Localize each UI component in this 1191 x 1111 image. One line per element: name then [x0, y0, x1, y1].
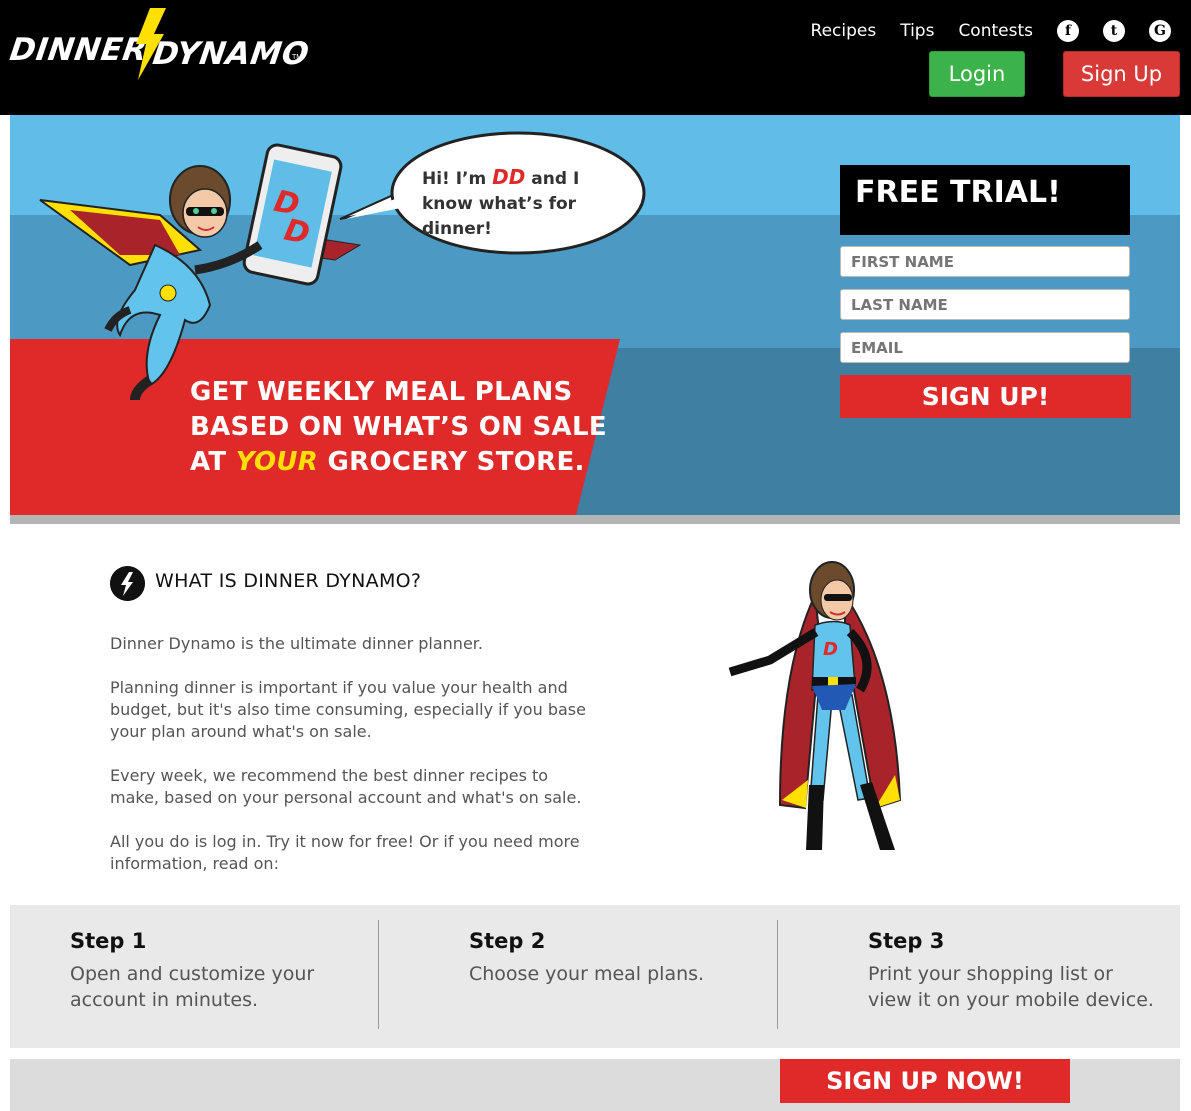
- standing-superhero-illustration: D: [728, 561, 902, 850]
- lightning-icon: [110, 566, 145, 601]
- step-1: Step 1 Open and customize your account i…: [70, 929, 360, 1013]
- nav-contests[interactable]: Contests: [958, 21, 1033, 41]
- tagline-end: GROCERY STORE.: [318, 447, 585, 477]
- speech-bubble-text: Hi! I’m DD and I know what’s for dinner!: [422, 165, 622, 242]
- what-paragraph-3: Every week, we recommend the best dinner…: [110, 766, 582, 807]
- tagline-your: YOUR: [235, 447, 319, 477]
- step-divider: [777, 920, 778, 1029]
- login-button[interactable]: Login: [929, 51, 1025, 97]
- last-name-input[interactable]: [840, 289, 1130, 320]
- what-is-title: WHAT IS DINNER DYNAMO?: [155, 570, 422, 592]
- step-description: Open and customize your account in minut…: [70, 963, 315, 1011]
- step-title: Step 1: [70, 929, 147, 953]
- signup-button[interactable]: Sign Up: [1063, 51, 1180, 97]
- free-trial-heading: FREE TRIAL!: [840, 165, 1130, 235]
- main-nav: Recipes Tips Contests f t G: [787, 20, 1171, 42]
- facebook-icon[interactable]: f: [1057, 20, 1079, 42]
- step-divider: [378, 920, 379, 1029]
- first-name-input[interactable]: [840, 246, 1130, 277]
- step-title: Step 3: [868, 929, 945, 953]
- svg-text:D: D: [823, 639, 838, 660]
- nav-recipes[interactable]: Recipes: [811, 21, 877, 41]
- trial-signup-button[interactable]: SIGN UP!: [840, 375, 1131, 418]
- what-paragraph-2: Planning dinner is important if you valu…: [110, 678, 586, 741]
- step-title: Step 2: [469, 929, 546, 953]
- google-icon[interactable]: G: [1149, 20, 1171, 42]
- hero-divider-bar: [10, 515, 1180, 524]
- step-description: Choose your meal plans.: [469, 963, 705, 985]
- nav-tips[interactable]: Tips: [900, 21, 934, 41]
- hero-tagline: GET WEEKLY MEAL PLANS BASED ON WHAT’S ON…: [190, 375, 607, 480]
- hero-banner: Hi! I’m DD and I know what’s for dinner!…: [10, 115, 1180, 515]
- tagline-at: AT: [190, 447, 236, 477]
- logo[interactable]: DINNER DYNAMO TM: [7, 8, 312, 82]
- step-3: Step 3 Print your shopping list or view …: [868, 929, 1158, 1013]
- what-paragraph-1: Dinner Dynamo is the ultimate dinner pla…: [110, 634, 483, 653]
- step-2: Step 2 Choose your meal plans.: [469, 929, 759, 987]
- tagline-line-1: GET WEEKLY MEAL PLANS: [190, 377, 573, 407]
- bubble-dd: DD: [492, 165, 526, 189]
- bubble-pre: Hi! I’m: [422, 169, 493, 189]
- tagline-line-3: AT YOUR GROCERY STORE.: [190, 445, 607, 480]
- what-paragraph-4: All you do is log in. Try it now for fre…: [110, 832, 580, 873]
- step-description: Print your shopping list or view it on y…: [868, 963, 1154, 1011]
- flying-superhero-illustration: D D: [39, 143, 362, 401]
- site-header: DINNER DYNAMO TM Recipes Tips Contests f…: [0, 0, 1191, 115]
- tagline-line-2: BASED ON WHAT’S ON SALE: [190, 412, 607, 442]
- twitter-icon[interactable]: t: [1103, 20, 1125, 42]
- email-input[interactable]: [840, 332, 1130, 363]
- logo-word-dynamo: DYNAMO: [150, 36, 312, 72]
- trademark: TM: [292, 54, 303, 61]
- signup-now-button[interactable]: SIGN UP NOW!: [780, 1059, 1070, 1103]
- steps-section: Step 1 Open and customize your account i…: [10, 905, 1180, 1048]
